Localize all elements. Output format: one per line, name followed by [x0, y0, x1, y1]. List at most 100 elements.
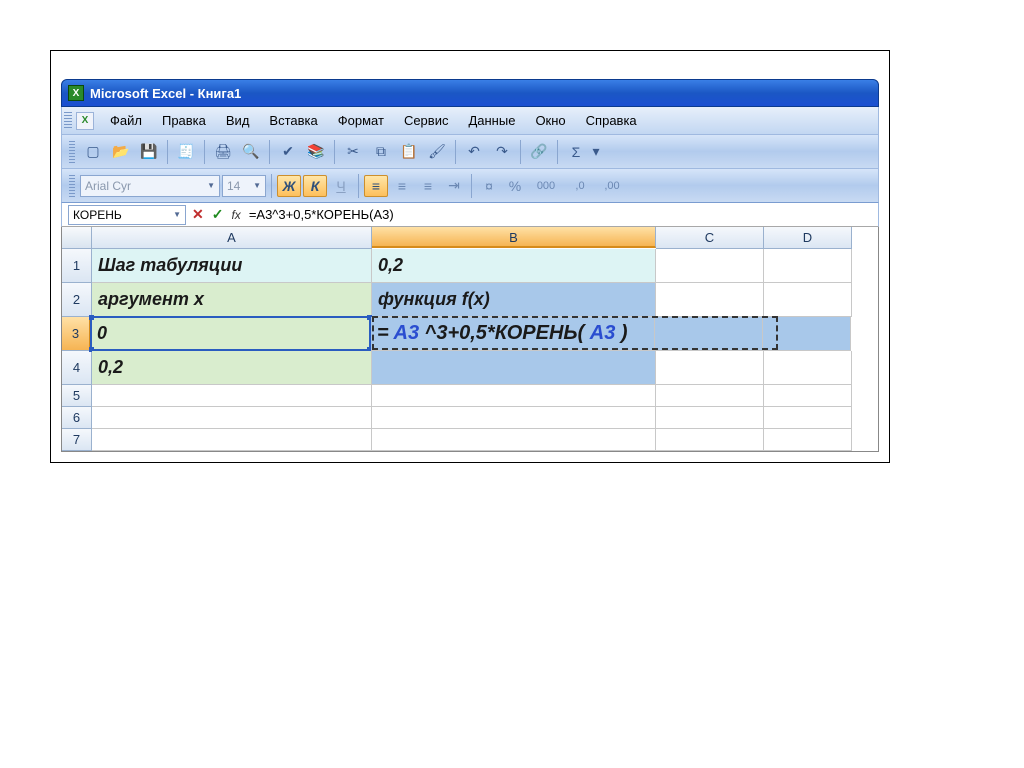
cell-d6[interactable]	[764, 407, 852, 429]
menu-help[interactable]: Справка	[576, 110, 647, 131]
cell-c4[interactable]	[656, 351, 764, 385]
menu-view[interactable]: Вид	[216, 110, 260, 131]
cell-b1[interactable]: 0,2	[372, 249, 656, 283]
menu-edit[interactable]: Правка	[152, 110, 216, 131]
col-head-a[interactable]: A	[92, 227, 372, 249]
cell-a6[interactable]	[92, 407, 372, 429]
redo-button[interactable]: ↷	[489, 139, 515, 165]
col-head-c[interactable]: C	[656, 227, 764, 249]
select-all-corner[interactable]	[62, 227, 92, 249]
align-center-button[interactable]: ≡	[390, 175, 414, 197]
open-button[interactable]: 📂	[108, 139, 134, 165]
window-title: Microsoft Excel - Книга1	[90, 86, 241, 101]
row-head-3[interactable]: 3	[62, 317, 91, 351]
cell-a5[interactable]	[92, 385, 372, 407]
menu-data[interactable]: Данные	[458, 110, 525, 131]
font-size-value: 14	[227, 179, 240, 193]
separator	[455, 140, 456, 164]
new-button[interactable]: ▢	[80, 139, 106, 165]
workbook-icon[interactable]: X	[76, 112, 94, 130]
align-right-button[interactable]: ≡	[416, 175, 440, 197]
paste-button[interactable]: 📋	[396, 139, 422, 165]
save-button[interactable]: 💾	[136, 139, 162, 165]
formatting-toolbar: Arial Cyr ▼ 14 ▼ Ж К Ч ≡ ≡ ≡ ⇥ ¤ % 000 ,…	[61, 169, 879, 203]
menu-tools[interactable]: Сервис	[394, 110, 459, 131]
percent-button[interactable]: %	[503, 175, 527, 197]
cell-a2[interactable]: аргумент x	[92, 283, 372, 317]
font-size-combo[interactable]: 14 ▼	[222, 175, 266, 197]
font-name-combo[interactable]: Arial Cyr ▼	[80, 175, 220, 197]
cell-b7[interactable]	[372, 429, 656, 451]
grip-icon	[64, 112, 72, 130]
fx-icon[interactable]: fx	[227, 208, 244, 222]
cell-b5[interactable]	[372, 385, 656, 407]
bold-button[interactable]: Ж	[277, 175, 301, 197]
format-painter-button[interactable]: 🖌	[424, 139, 450, 165]
research-button[interactable]: 📚	[303, 139, 329, 165]
separator	[557, 140, 558, 164]
cell-c6[interactable]	[656, 407, 764, 429]
row-head-4[interactable]: 4	[62, 351, 92, 385]
cell-c7[interactable]	[656, 429, 764, 451]
editing-cell-border	[372, 316, 778, 350]
autosum-button[interactable]: Σ	[563, 139, 589, 165]
cell-d7[interactable]	[764, 429, 852, 451]
row-head-5[interactable]: 5	[62, 385, 92, 407]
standard-toolbar: ▢ 📂 💾 🧾 🖨 🔍 ✔ 📚 ✂ ⧉ 📋 🖌 ↶ ↷ 🔗 Σ ▾	[61, 135, 879, 169]
print-preview-button[interactable]: 🔍	[238, 139, 264, 165]
underline-button[interactable]: Ч	[329, 175, 353, 197]
cell-b4[interactable]	[372, 351, 656, 385]
cell-d1[interactable]	[764, 249, 852, 283]
separator	[204, 140, 205, 164]
thousands-button[interactable]: 000	[529, 175, 563, 197]
cell-d4[interactable]	[764, 351, 852, 385]
cell-c5[interactable]	[656, 385, 764, 407]
copy-button[interactable]: ⧉	[368, 139, 394, 165]
cell-d5[interactable]	[764, 385, 852, 407]
cell-b6[interactable]	[372, 407, 656, 429]
row-head-6[interactable]: 6	[62, 407, 92, 429]
chevron-down-icon: ▼	[253, 181, 261, 190]
enter-button[interactable]: ✓	[208, 206, 228, 223]
autosum-dropdown[interactable]: ▾	[591, 139, 601, 165]
formula-input[interactable]	[245, 205, 878, 225]
cell-c2[interactable]	[656, 283, 764, 317]
cut-button[interactable]: ✂	[340, 139, 366, 165]
hyperlink-button[interactable]: 🔗	[526, 139, 552, 165]
menu-file[interactable]: Файл	[100, 110, 152, 131]
decrease-decimal-button[interactable]: ,00	[597, 175, 627, 197]
cell-d2[interactable]	[764, 283, 852, 317]
chevron-down-icon: ▼	[207, 181, 215, 190]
cell-a7[interactable]	[92, 429, 372, 451]
merge-center-button[interactable]: ⇥	[442, 175, 466, 197]
cell-a3[interactable]: 0	[91, 317, 371, 351]
spreadsheet: A B C D 1 Шаг табуляции 0,2 2 аргумент x…	[61, 227, 879, 452]
increase-decimal-button[interactable]: ,0	[565, 175, 595, 197]
col-head-d[interactable]: D	[764, 227, 852, 249]
menu-insert[interactable]: Вставка	[259, 110, 327, 131]
separator	[334, 140, 335, 164]
currency-button[interactable]: ¤	[477, 175, 501, 197]
undo-button[interactable]: ↶	[461, 139, 487, 165]
row-head-1[interactable]: 1	[62, 249, 92, 283]
cell-a1[interactable]: Шаг табуляции	[92, 249, 372, 283]
menu-format[interactable]: Формат	[328, 110, 394, 131]
cell-a4[interactable]: 0,2	[92, 351, 372, 385]
row-head-2[interactable]: 2	[62, 283, 92, 317]
spellcheck-button[interactable]: ✔	[275, 139, 301, 165]
cell-c1[interactable]	[656, 249, 764, 283]
name-box[interactable]: КОРЕНЬ ▼	[68, 205, 186, 225]
separator	[269, 140, 270, 164]
cell-b2[interactable]: функция f(x)	[372, 283, 656, 317]
menu-window[interactable]: Окно	[525, 110, 575, 131]
print-button[interactable]: 🖨	[210, 139, 236, 165]
align-left-button[interactable]: ≡	[364, 175, 388, 197]
row-head-7[interactable]: 7	[62, 429, 92, 451]
grip-icon	[69, 141, 75, 163]
italic-button[interactable]: К	[303, 175, 327, 197]
chevron-down-icon: ▼	[173, 210, 181, 219]
permission-button[interactable]: 🧾	[173, 139, 199, 165]
cancel-button[interactable]: ✕	[188, 206, 208, 223]
font-name-value: Arial Cyr	[85, 179, 131, 193]
col-head-b[interactable]: B	[372, 227, 656, 248]
